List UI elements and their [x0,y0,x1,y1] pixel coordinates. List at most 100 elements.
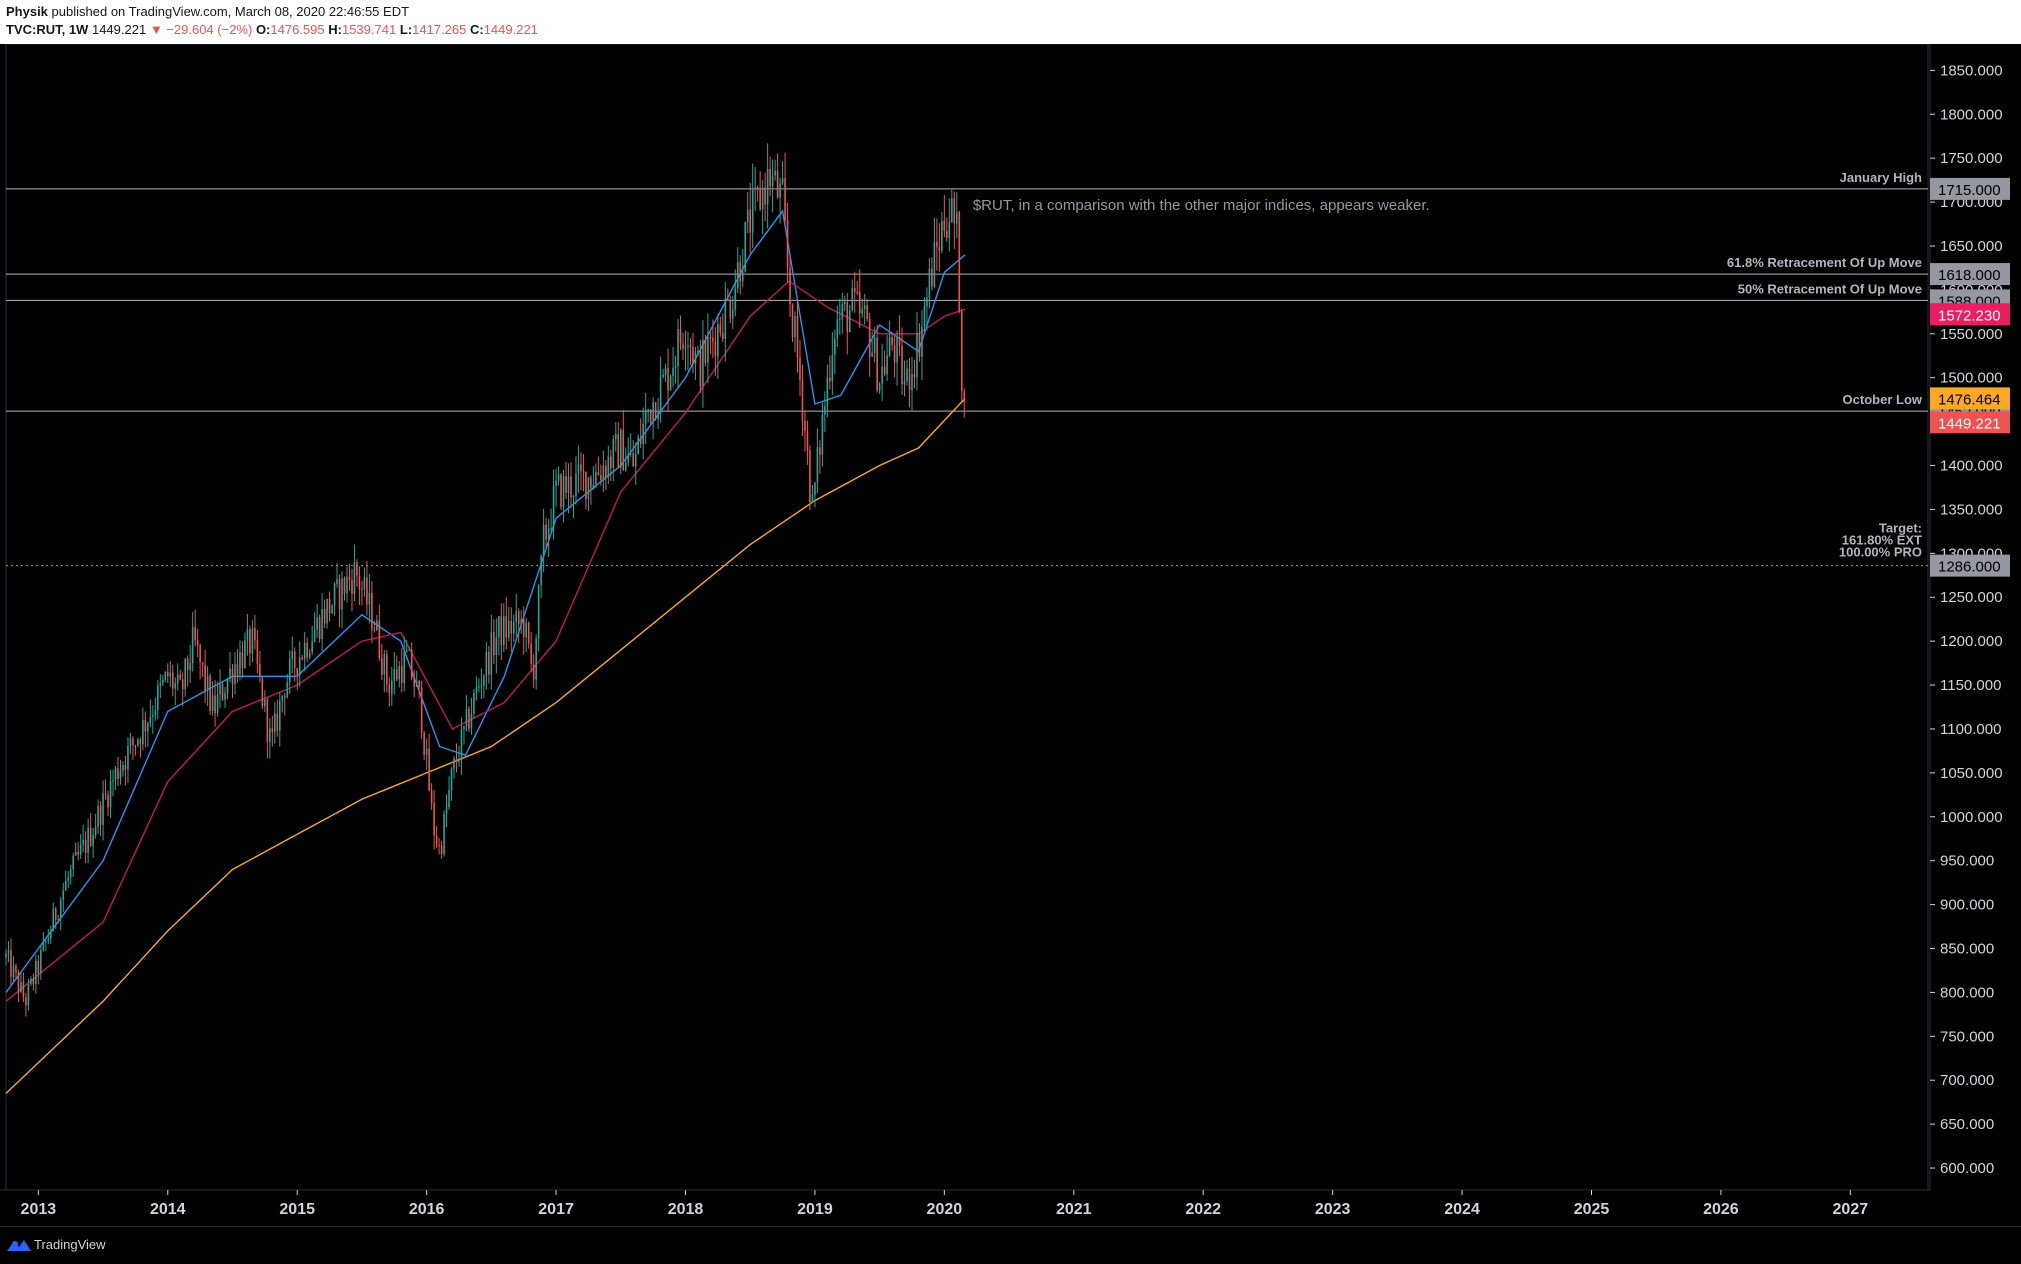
candle-body [104,793,107,795]
candle-body [418,680,420,688]
candle-body [493,631,495,656]
x-tick-label: 2018 [668,1201,704,1218]
candle-body [918,333,921,357]
candle-body [353,562,356,594]
candle-body [674,366,677,369]
y-tick-label: 1350.000 [1940,501,2003,518]
candle-body [246,629,249,641]
candle-body [79,844,82,855]
candle-body [176,674,179,684]
candle-body [296,668,299,675]
candle-body [565,476,567,493]
candle-body [179,674,182,680]
candle-body [274,713,276,733]
candle-body [794,316,796,337]
moving-average-ema_mid [5,280,966,1002]
candle-body [826,377,829,407]
y-tick-label: 1150.000 [1940,677,2001,694]
candle-body [134,744,137,746]
candle-body [336,579,338,584]
symbol-label[interactable]: TVC:RUT, 1W [6,22,88,37]
candle-body [761,187,764,210]
candle-body [717,324,719,357]
candle-body [841,303,844,320]
candle-body [87,827,89,853]
candle-body [445,807,448,815]
candle-body [94,827,97,836]
candle-body [490,631,493,675]
candle-body [201,662,204,665]
candle-body [873,337,876,353]
open-label: O: [255,22,271,37]
candle-body [697,350,699,352]
candle-body [199,645,201,663]
chart-annotation[interactable]: $RUT, in a comparison with the other maj… [973,197,1430,214]
candle-body [408,649,411,651]
candle-body [169,672,172,677]
candle-body [460,729,463,761]
candle-body [607,456,610,478]
candle-body [84,839,87,853]
candle-body [856,291,859,293]
footer-brand[interactable]: TradingView [34,1237,106,1252]
candle-body [799,357,801,381]
candle-body [162,679,164,684]
candle-body [488,651,490,675]
x-tick-label: 2021 [1056,1201,1092,1218]
candle-body [333,583,336,606]
candle-body [142,719,144,745]
candle-body [839,319,841,321]
last-price: 1449.221 [91,22,147,37]
candle-body [714,341,717,357]
candle-body [612,438,615,468]
price-chart[interactable]: 600.000 650.000 700.000 750.000 800.000 850.0… [0,44,2021,1226]
y-tick-label: 950.000 [1940,853,1994,870]
candle-body [181,679,184,690]
candle-body [744,222,747,272]
publish-info: Physik published on TradingView.com, Mar… [6,4,409,19]
candle-body [72,855,75,870]
candle-body [592,484,595,488]
candle-body [470,713,473,729]
candle-body [301,657,303,659]
candle-body [572,495,575,498]
candle-body [37,960,40,974]
candle-body [522,619,525,638]
level-label: January High [1840,170,1922,185]
candle-body [17,972,20,993]
level-price-badge-text: 1715.000 [1938,182,2001,199]
candle-body [746,209,749,223]
candle-body [600,475,602,481]
candle-body [10,950,12,977]
candle-body [953,198,956,224]
candle-body [256,640,259,665]
candle-body [50,931,52,939]
x-tick-label: 2022 [1185,1201,1221,1218]
x-tick-label: 2015 [279,1201,315,1218]
candle-body [916,333,918,378]
candle-body [781,178,784,184]
candle-body [144,719,147,732]
candle-body [234,664,236,684]
author-name[interactable]: Physik [6,4,48,19]
candle-body [776,170,779,198]
candle-body [42,941,45,951]
y-tick-label: 800.000 [1940,984,1994,1001]
high-value: 1539.741 [341,22,397,37]
price-badge-text: 1572.230 [1938,307,2001,324]
candle-body [834,338,836,355]
candle-body [878,383,881,391]
candle-body [241,652,244,668]
candle-body [261,677,264,707]
candle-body [164,671,167,680]
candle-body [291,651,294,659]
candle-body [346,576,348,594]
candle-body [32,978,35,985]
y-tick-label: 1650.000 [1940,238,2003,255]
candle-body [610,456,612,468]
candle-body [376,620,378,631]
candle-body [682,343,684,349]
low-label: L: [399,22,413,37]
candle-body [383,654,386,675]
candle-body [214,695,216,714]
